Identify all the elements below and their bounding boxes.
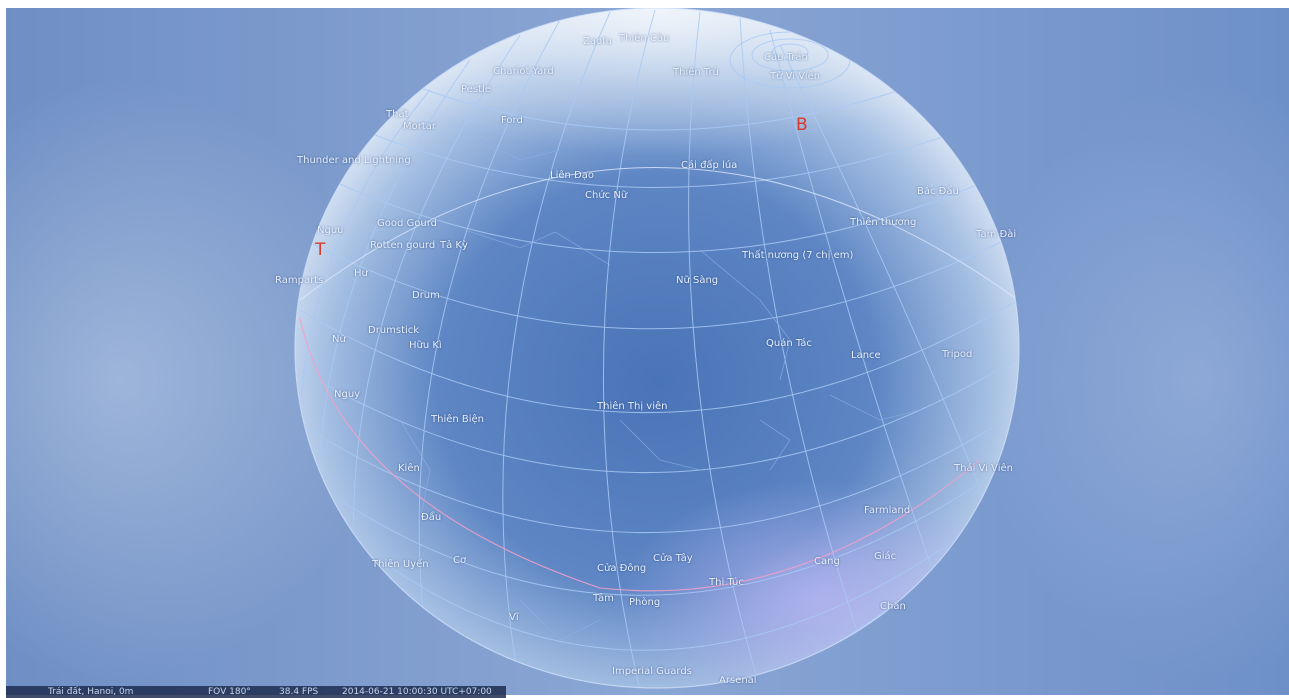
- sky-view[interactable]: [0, 0, 1289, 695]
- constellation-label[interactable]: Chẩn: [880, 601, 906, 613]
- constellation-label[interactable]: Tử Vi Viên: [770, 71, 820, 83]
- datetime-text: 2014-06-21 10:00:30 UTC+07:00: [342, 687, 492, 697]
- constellation-label[interactable]: Cửa Tây: [653, 553, 693, 565]
- constellation-label[interactable]: Nguy: [334, 389, 360, 401]
- constellation-label[interactable]: Đẩu: [421, 512, 441, 524]
- constellation-label[interactable]: Hữu Kì: [409, 340, 442, 352]
- constellation-label[interactable]: Pestle: [461, 84, 491, 96]
- constellation-label[interactable]: Tam Đài: [976, 229, 1016, 241]
- constellation-label[interactable]: Drum: [412, 290, 440, 302]
- constellation-label[interactable]: Farmland: [864, 505, 910, 517]
- constellation-label[interactable]: Lance: [851, 350, 881, 362]
- constellation-label[interactable]: Mortar: [403, 121, 436, 133]
- constellation-label[interactable]: Phòng: [629, 597, 660, 609]
- fov-text: FOV 180°: [208, 687, 251, 697]
- constellation-label[interactable]: Vĩ: [509, 612, 519, 624]
- constellation-label[interactable]: Thất: [386, 109, 409, 121]
- constellation-label[interactable]: Thiên thương: [850, 217, 916, 229]
- constellation-label[interactable]: Thiên Uyển: [372, 559, 429, 571]
- constellation-label[interactable]: Cái đấp lúa: [681, 160, 737, 172]
- constellation-label[interactable]: Câu Trần: [764, 52, 808, 64]
- constellation-label[interactable]: Zaofu: [583, 36, 612, 48]
- constellation-label[interactable]: Kiên: [398, 463, 420, 475]
- constellation-label[interactable]: Ramparts: [275, 275, 323, 287]
- location-text: Trái đất, Hanoi, 0m: [48, 687, 134, 697]
- constellation-label[interactable]: Cửa Đông: [597, 563, 646, 575]
- constellation-label[interactable]: Arsenal: [719, 675, 757, 687]
- constellation-label[interactable]: Nữ Sàng: [676, 275, 718, 287]
- constellation-label[interactable]: Giác: [874, 551, 896, 563]
- top-frame: [0, 0, 1289, 8]
- constellation-label[interactable]: Hư: [354, 268, 368, 280]
- constellation-label[interactable]: Cơ: [453, 555, 466, 567]
- constellation-label[interactable]: Ford: [501, 115, 523, 127]
- constellation-label[interactable]: Thiên Biện: [431, 414, 484, 426]
- constellation-label[interactable]: Tâm: [593, 593, 614, 605]
- constellation-label[interactable]: Rotten gourd: [370, 240, 435, 252]
- constellation-label[interactable]: Tripod: [942, 349, 972, 361]
- constellation-label[interactable]: Imperial Guards: [612, 666, 692, 678]
- constellation-label[interactable]: Ngưu: [317, 225, 344, 237]
- constellation-label[interactable]: Liên Đạo: [550, 170, 594, 182]
- constellation-label[interactable]: Nữ: [332, 334, 346, 346]
- status-bar: Trái đất, Hanoi, 0m FOV 180° 38.4 FPS 20…: [6, 686, 506, 698]
- constellation-label[interactable]: Good Gourd: [377, 218, 437, 230]
- fps-text: 38.4 FPS: [279, 687, 319, 697]
- cardinal-north-label: B: [796, 115, 808, 135]
- constellation-label[interactable]: Thái Vi Viên: [954, 463, 1013, 475]
- constellation-label[interactable]: Thi Túc: [709, 577, 744, 589]
- constellation-label[interactable]: Cang: [814, 556, 840, 568]
- constellation-label[interactable]: Thiên Thị viên: [597, 401, 667, 413]
- constellation-label[interactable]: Drumstick: [368, 325, 419, 337]
- cardinal-south-label: T: [315, 240, 326, 260]
- constellation-label[interactable]: Tả Kỳ: [440, 240, 468, 252]
- constellation-label[interactable]: Thunder and Lightning: [297, 155, 411, 167]
- constellation-label[interactable]: Thiên Câu: [619, 33, 669, 45]
- constellation-label[interactable]: Chariot Yard: [493, 66, 554, 78]
- constellation-label[interactable]: Chức Nữ: [585, 190, 627, 202]
- constellation-label[interactable]: Thiên Trù: [673, 67, 719, 79]
- left-frame: [0, 0, 6, 695]
- constellation-label[interactable]: Thất nương (7 chị em): [742, 250, 853, 262]
- constellation-label[interactable]: Bắc Đẩu: [917, 186, 959, 198]
- constellation-label[interactable]: Quán Tác: [766, 338, 812, 350]
